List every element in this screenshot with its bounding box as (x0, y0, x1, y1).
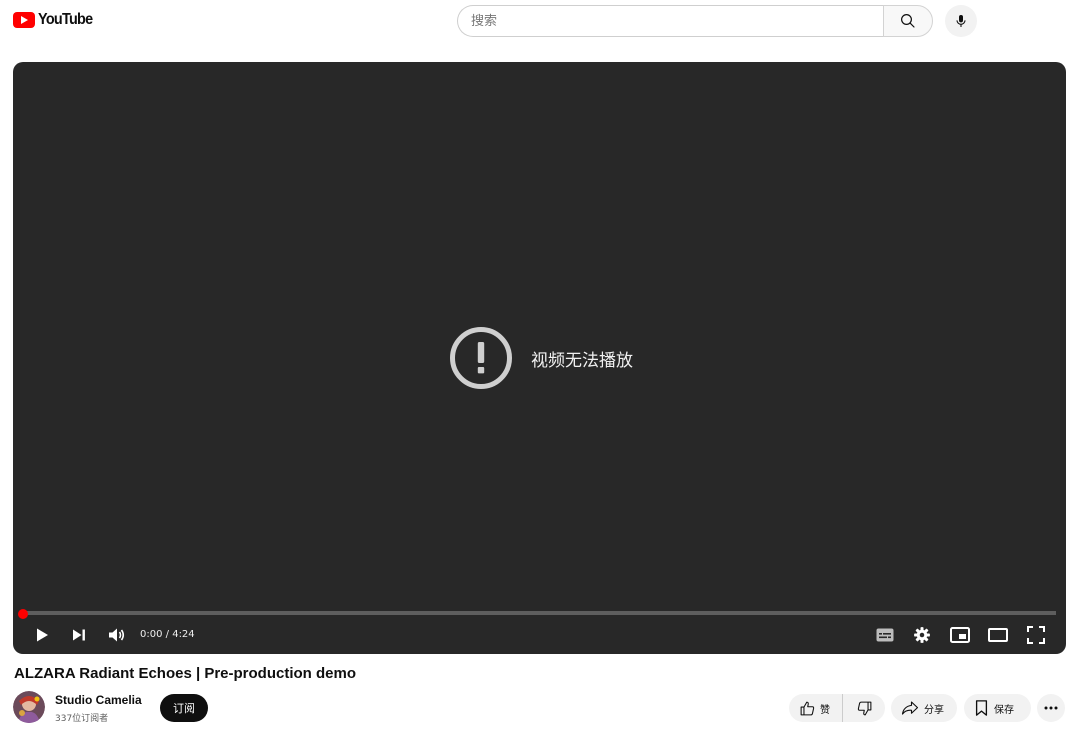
youtube-logo-icon (13, 12, 35, 28)
miniplayer-button[interactable] (949, 624, 971, 646)
fullscreen-icon (1027, 626, 1045, 644)
theater-mode-icon (988, 628, 1008, 642)
fullscreen-button[interactable] (1025, 624, 1047, 646)
time-display: 0:00 / 4:24 (140, 629, 195, 640)
skip-next-icon (73, 629, 85, 641)
avatar-image (13, 691, 45, 723)
top-header: YouTube (0, 0, 1080, 42)
volume-icon (109, 628, 125, 642)
youtube-logo[interactable]: YouTube (13, 11, 98, 29)
volume-button[interactable] (106, 624, 128, 646)
bookmark-icon (975, 700, 988, 716)
share-label: 分享 (924, 704, 944, 716)
next-button[interactable] (68, 624, 90, 646)
progress-scrubber[interactable] (18, 609, 28, 619)
settings-button[interactable] (911, 624, 933, 646)
player-controls: 0:00 / 4:24 (13, 620, 1066, 650)
playback-error: 视频无法播放 (449, 326, 633, 390)
subtitles-button[interactable] (874, 624, 896, 646)
microphone-icon (956, 15, 966, 27)
play-button[interactable] (31, 624, 53, 646)
more-dots-icon (1044, 706, 1058, 710)
like-button[interactable]: 赞 (789, 694, 843, 722)
subtitles-icon (876, 628, 894, 642)
like-label: 赞 (820, 704, 830, 716)
alert-circle-icon (450, 327, 512, 389)
settings-gear-icon (914, 627, 930, 643)
play-icon (37, 628, 48, 642)
share-button[interactable]: 分享 (891, 694, 957, 722)
voice-search-button[interactable] (945, 5, 977, 37)
time-separator: / (162, 629, 173, 640)
thumb-up-icon (800, 701, 815, 715)
like-dislike-group: 赞 (789, 694, 885, 722)
share-arrow-icon (901, 701, 919, 715)
search-bar (457, 5, 933, 37)
video-player[interactable]: 视频无法播放 0:00 / 4:24 (13, 62, 1066, 654)
channel-name[interactable]: Studio Camelia (55, 693, 142, 707)
more-actions-button[interactable] (1037, 694, 1065, 722)
thumb-down-icon (857, 701, 871, 715)
dislike-button[interactable] (843, 694, 885, 722)
video-title: ALZARA Radiant Echoes | Pre-production d… (14, 665, 356, 682)
logo-text: YouTube (38, 11, 93, 28)
save-button[interactable]: 保存 (964, 694, 1031, 722)
subscriber-count: 337位订阅者 (55, 714, 109, 724)
subscribe-button[interactable]: 订阅 (160, 694, 208, 722)
search-icon (901, 14, 915, 28)
progress-bar[interactable] (23, 611, 1056, 615)
time-total: 4:24 (172, 629, 195, 640)
save-label: 保存 (994, 704, 1014, 716)
channel-avatar[interactable] (13, 691, 45, 723)
search-button[interactable] (883, 5, 933, 37)
miniplayer-icon (950, 627, 970, 643)
time-current: 0:00 (140, 629, 163, 640)
search-input[interactable] (457, 5, 883, 37)
theater-mode-button[interactable] (987, 624, 1009, 646)
error-message: 视频无法播放 (531, 350, 633, 371)
